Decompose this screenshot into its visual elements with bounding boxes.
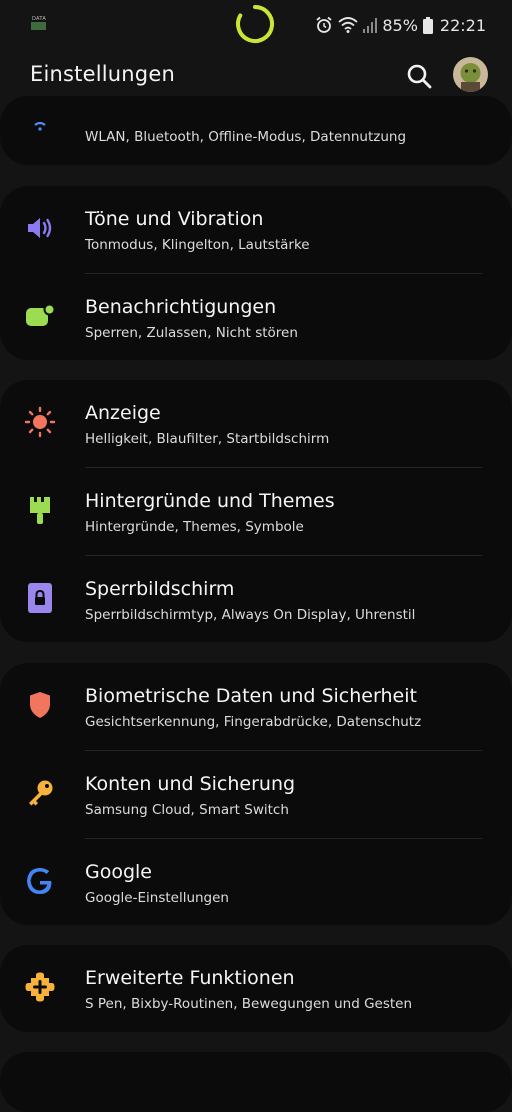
- volume-icon: [24, 212, 56, 244]
- settings-group-sound-notifications: Töne und Vibration Tonmodus, Klingelton,…: [0, 186, 512, 360]
- item-subtitle: Gesichtserkennung, Fingerabdrücke, Daten…: [85, 714, 422, 730]
- sun-icon: [24, 406, 56, 438]
- settings-item-sounds[interactable]: Töne und Vibration Tonmodus, Klingelton,…: [0, 186, 512, 274]
- wifi-signal-icon: [338, 17, 358, 33]
- settings-item-notifications[interactable]: Benachrichtigungen Sperren, Zulassen, Ni…: [0, 274, 512, 362]
- settings-item-display[interactable]: Anzeige Helligkeit, Blaufilter, Startbil…: [0, 380, 512, 468]
- status-indicators: 85% 22:21: [315, 13, 486, 37]
- data-icon: DATA: [30, 16, 48, 32]
- clock: 22:21: [439, 15, 486, 35]
- item-subtitle: Tonmodus, Klingelton, Lautstärke: [85, 237, 310, 253]
- item-title: Erweiterte Funktionen: [85, 967, 295, 989]
- settings-item-accounts-backup[interactable]: Konten und Sicherung Samsung Cloud, Smar…: [0, 751, 512, 839]
- item-title: Sperrbildschirm: [85, 578, 235, 600]
- item-subtitle: Google-Einstellungen: [85, 890, 229, 906]
- settings-group-partial: [0, 1052, 512, 1112]
- puzzle-plus-icon: [24, 971, 56, 1003]
- shield-icon: [24, 689, 56, 721]
- item-title: Google: [85, 861, 153, 883]
- item-subtitle: S Pen, Bixby-Routinen, Bewegungen und Ge…: [85, 996, 413, 1012]
- item-subtitle: Hintergründe, Themes, Symbole: [85, 519, 304, 535]
- battery-percent: 85%: [382, 15, 418, 35]
- item-subtitle: Sperrbildschirmtyp, Always On Display, U…: [85, 607, 416, 623]
- item-title: Hintergründe und Themes: [85, 490, 335, 512]
- settings-item-connections[interactable]: WLAN, Bluetooth, Offline-Modus, Datennut…: [0, 54, 512, 145]
- settings-group-display: Anzeige Helligkeit, Blaufilter, Startbil…: [0, 380, 512, 642]
- paintbrush-icon: [24, 494, 56, 526]
- item-title: Töne und Vibration: [85, 208, 264, 230]
- wifi-icon: [24, 122, 56, 132]
- status-bar: DATA 85% 22:21: [0, 0, 512, 50]
- key-icon: [24, 777, 56, 809]
- item-title: Anzeige: [85, 402, 161, 424]
- item-title: Konten und Sicherung: [85, 773, 296, 795]
- settings-item-lockscreen[interactable]: Sperrbildschirm Sperrbildschirmtyp, Alwa…: [0, 556, 512, 644]
- cell-signal-icon: [363, 18, 378, 33]
- settings-item-wallpapers-themes[interactable]: Hintergründe und Themes Hintergründe, Th…: [0, 468, 512, 556]
- alarm-icon: [316, 16, 332, 33]
- settings-group-connections: WLAN, Bluetooth, Offline-Modus, Datennut…: [0, 96, 512, 165]
- battery-icon: [422, 16, 433, 34]
- settings-item-biometrics-security[interactable]: Biometrische Daten und Sicherheit Gesich…: [0, 663, 512, 751]
- google-icon: [24, 865, 56, 897]
- notification-icon: [24, 300, 56, 332]
- settings-item-google[interactable]: Google Google-Einstellungen: [0, 839, 512, 927]
- loading-spinner-icon: [236, 5, 275, 43]
- item-title: Biometrische Daten und Sicherheit: [85, 685, 417, 707]
- item-subtitle: WLAN, Bluetooth, Offline-Modus, Datennut…: [85, 129, 407, 145]
- settings-item-advanced-features[interactable]: Erweiterte Funktionen S Pen, Bixby-Routi…: [0, 945, 512, 1033]
- settings-group-advanced: Erweiterte Funktionen S Pen, Bixby-Routi…: [0, 945, 512, 1032]
- settings-group-security: Biometrische Daten und Sicherheit Gesich…: [0, 663, 512, 925]
- item-subtitle: Helligkeit, Blaufilter, Startbildschirm: [85, 431, 330, 447]
- lock-icon: [24, 582, 56, 614]
- item-title: Benachrichtigungen: [85, 296, 277, 318]
- item-subtitle: Sperren, Zulassen, Nicht stören: [85, 325, 298, 341]
- item-subtitle: Samsung Cloud, Smart Switch: [85, 802, 289, 818]
